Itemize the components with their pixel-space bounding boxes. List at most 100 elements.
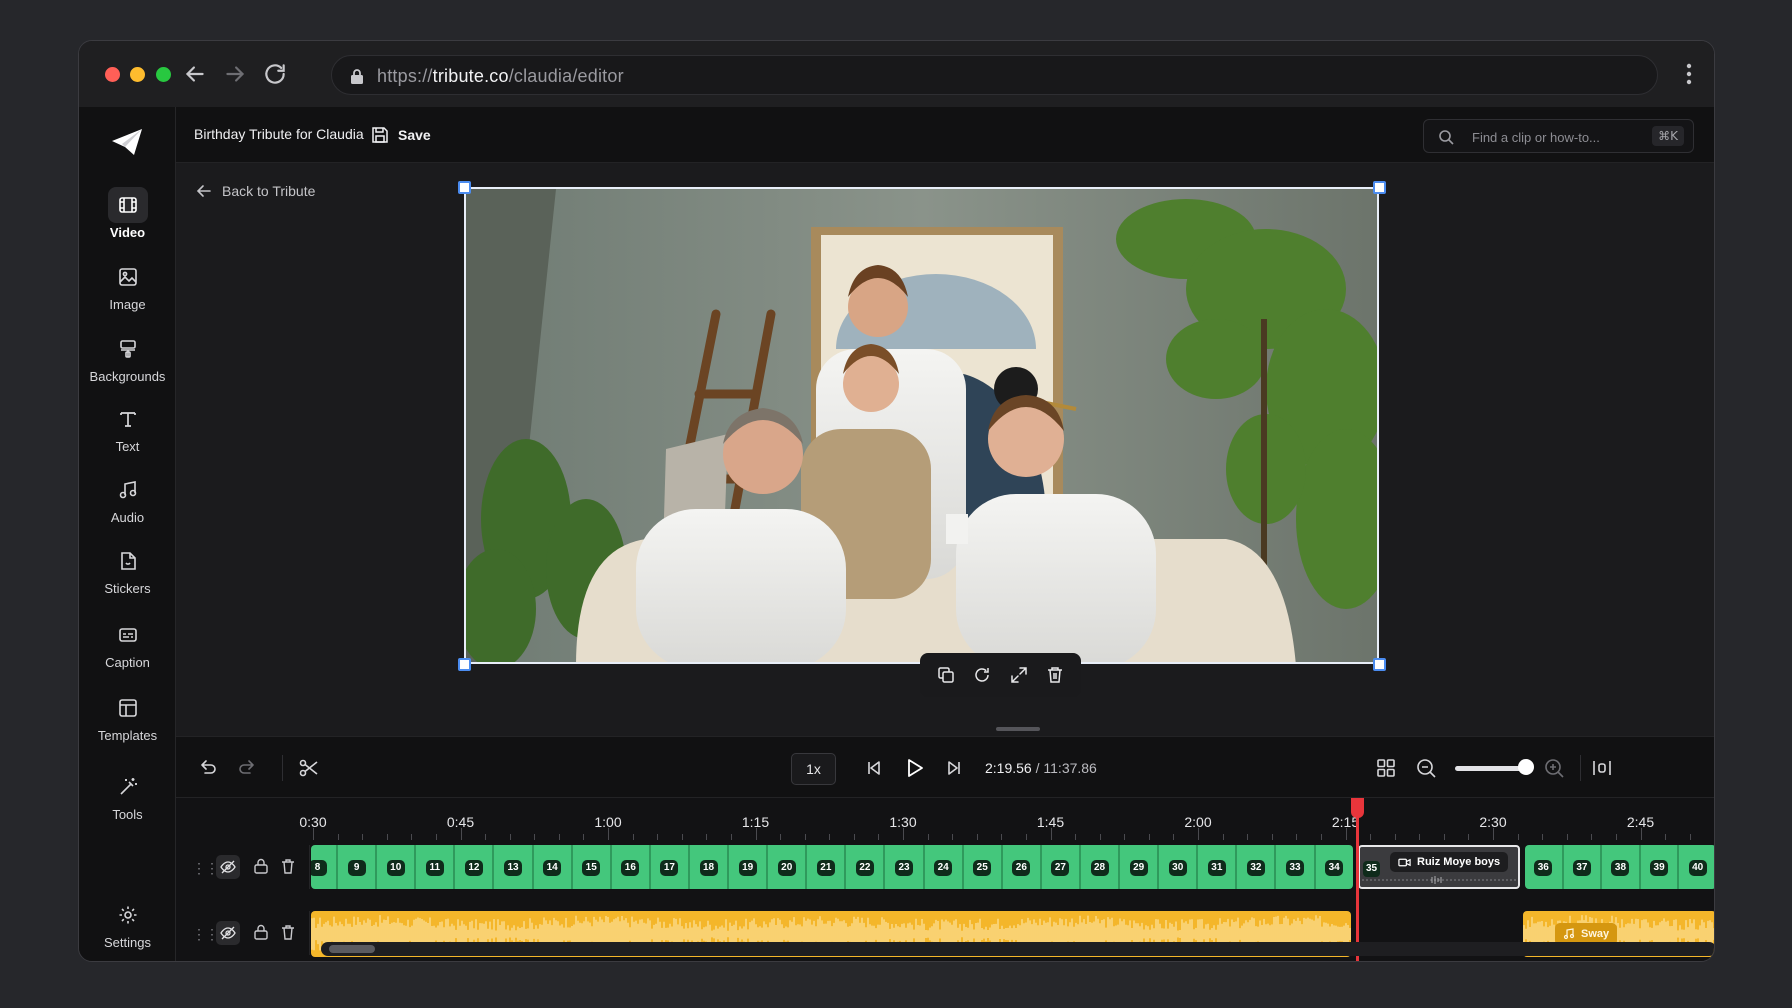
video-clip-segment[interactable]: 25 bbox=[964, 845, 1003, 889]
video-clip-segment[interactable]: 22 bbox=[846, 845, 886, 889]
panel-resize-handle[interactable] bbox=[996, 727, 1040, 731]
video-clip-segment[interactable]: 27 bbox=[1042, 845, 1081, 889]
video-clip-segment[interactable]: 31 bbox=[1198, 845, 1238, 889]
sidebar-item-templates[interactable]: Templates bbox=[79, 690, 176, 754]
resize-handle-bottom-right[interactable] bbox=[1373, 658, 1386, 671]
video-clip-segment[interactable]: 10 bbox=[377, 845, 417, 889]
resize-handle-bottom-left[interactable] bbox=[458, 658, 471, 671]
back-to-tribute-link[interactable]: Back to Tribute bbox=[196, 183, 315, 199]
undo-icon[interactable] bbox=[196, 757, 218, 779]
drag-handle-icon[interactable]: ⋮⋮ bbox=[192, 860, 219, 877]
clip-number-badge: 32 bbox=[1246, 860, 1265, 876]
video-clip-segment[interactable]: 18 bbox=[690, 845, 730, 889]
sidebar-item-caption[interactable]: Caption bbox=[79, 617, 176, 681]
video-clip-segment[interactable]: 17 bbox=[651, 845, 690, 889]
forward-arrow-icon[interactable] bbox=[222, 61, 248, 87]
sidebar-item-video[interactable]: Video bbox=[79, 187, 176, 251]
address-bar[interactable]: https://tribute.co/claudia/editor bbox=[331, 55, 1658, 95]
lock-open-icon[interactable] bbox=[252, 857, 270, 875]
scissors-icon[interactable] bbox=[298, 757, 320, 779]
minimize-window-button[interactable] bbox=[130, 67, 145, 82]
video-clip-segment[interactable]: 38 bbox=[1602, 845, 1641, 889]
video-clip-segment[interactable]: 26 bbox=[1003, 845, 1042, 889]
sidebar-item-tools[interactable]: Tools bbox=[79, 769, 176, 833]
video-clip-segment[interactable]: 8 bbox=[311, 845, 339, 889]
resize-handle-top-left[interactable] bbox=[458, 181, 471, 194]
resize-handle-top-right[interactable] bbox=[1373, 181, 1386, 194]
video-track: 8 9 10 11 12 13 14 15 16 17 18 19 20 21 22 23 24 25 26 27 28… bbox=[311, 845, 1714, 889]
video-clip-segment[interactable]: 23 bbox=[886, 845, 925, 889]
maximize-window-button[interactable] bbox=[156, 67, 171, 82]
skip-forward-icon[interactable] bbox=[943, 757, 965, 779]
visibility-icon[interactable] bbox=[216, 921, 240, 945]
playhead-handle[interactable] bbox=[1351, 798, 1364, 818]
duplicate-icon[interactable] bbox=[937, 666, 955, 684]
video-clip-segment[interactable]: 11 bbox=[416, 845, 456, 889]
playhead[interactable] bbox=[1356, 798, 1359, 961]
video-clip-segment[interactable]: 12 bbox=[455, 845, 495, 889]
visibility-icon[interactable] bbox=[216, 855, 240, 879]
video-clip-segment[interactable]: 33 bbox=[1277, 845, 1316, 889]
zoom-slider-knob[interactable] bbox=[1518, 759, 1534, 775]
video-preview-frame[interactable] bbox=[464, 187, 1379, 664]
video-clip-segment[interactable]: 28 bbox=[1081, 845, 1121, 889]
video-clip-group[interactable]: 8 9 10 11 12 13 14 15 16 17 18 19 20 21 22 23 24 25 26 27 28… bbox=[311, 845, 1353, 889]
lock-open-icon[interactable] bbox=[252, 923, 270, 941]
scrollbar-thumb[interactable] bbox=[329, 945, 375, 953]
reload-icon[interactable] bbox=[262, 61, 288, 87]
video-clip-segment[interactable]: 16 bbox=[612, 845, 651, 889]
sidebar-item-text[interactable]: Text bbox=[79, 401, 176, 465]
sidebar-item-image[interactable]: Image bbox=[79, 259, 176, 323]
trash-icon[interactable] bbox=[279, 857, 297, 875]
search-input[interactable]: Find a clip or how-to... ⌘K bbox=[1423, 119, 1694, 153]
skip-back-icon[interactable] bbox=[863, 757, 885, 779]
clip-floating-toolbar bbox=[920, 653, 1081, 697]
trash-icon[interactable] bbox=[279, 923, 297, 941]
video-clip-segment[interactable]: 40 bbox=[1679, 845, 1714, 889]
video-clip-segment[interactable]: 37 bbox=[1564, 845, 1603, 889]
sidebar-item-backgrounds[interactable]: Backgrounds bbox=[79, 331, 176, 395]
video-clip-segment[interactable]: 14 bbox=[534, 845, 573, 889]
video-clip-segment[interactable]: 13 bbox=[495, 845, 534, 889]
play-icon[interactable] bbox=[903, 757, 925, 779]
video-clip-segment[interactable]: 15 bbox=[573, 845, 612, 889]
video-clip-segment[interactable]: 21 bbox=[807, 845, 847, 889]
sidebar-item-stickers[interactable]: Stickers bbox=[79, 543, 176, 607]
video-clip-segment[interactable]: 24 bbox=[925, 845, 964, 889]
video-clip-segment[interactable]: 20 bbox=[768, 845, 808, 889]
fit-timeline-icon[interactable] bbox=[1591, 757, 1613, 779]
playback-speed-button[interactable]: 1x bbox=[791, 753, 836, 785]
video-clip-segment[interactable]: 9 bbox=[338, 845, 378, 889]
timeline-scrollbar[interactable] bbox=[321, 942, 1714, 956]
video-clip-segment[interactable]: 19 bbox=[729, 845, 769, 889]
video-clip-segment[interactable]: 36 bbox=[1525, 845, 1564, 889]
project-title[interactable]: Birthday Tribute for Claudia bbox=[194, 126, 364, 142]
grid-view-icon[interactable] bbox=[1375, 757, 1397, 779]
drag-handle-icon[interactable]: ⋮⋮ bbox=[192, 926, 219, 943]
save-button[interactable]: Save bbox=[371, 121, 431, 149]
clip-number-badge: 25 bbox=[973, 860, 992, 876]
close-window-button[interactable] bbox=[105, 67, 120, 82]
sidebar-item-settings[interactable]: Settings bbox=[79, 897, 176, 961]
ruler-tick bbox=[1591, 834, 1593, 840]
paper-plane-logo-icon[interactable] bbox=[110, 127, 144, 157]
sidebar-item-audio[interactable]: Audio bbox=[79, 472, 176, 536]
zoom-out-icon[interactable] bbox=[1415, 757, 1437, 779]
browser-menu-icon[interactable] bbox=[1686, 63, 1692, 85]
rotate-icon[interactable] bbox=[973, 666, 991, 684]
selected-video-clip[interactable]: 35 Ruiz Moye boys bbox=[1358, 845, 1520, 889]
time-ruler[interactable]: 0:30 0:45 1:00 1:15 1:30 1:45 2:00 2:15 2:30 2:45 bbox=[299, 798, 1714, 840]
redo-icon[interactable] bbox=[237, 757, 259, 779]
video-clip-segment[interactable]: 32 bbox=[1237, 845, 1277, 889]
video-clip-group[interactable]: 36 37 38 39 40 bbox=[1525, 845, 1714, 889]
video-clip-segment[interactable]: 30 bbox=[1159, 845, 1199, 889]
zoom-in-icon[interactable] bbox=[1543, 757, 1565, 779]
expand-icon[interactable] bbox=[1010, 666, 1028, 684]
video-clip-segment[interactable]: 29 bbox=[1120, 845, 1160, 889]
trash-icon[interactable] bbox=[1046, 666, 1064, 684]
video-clip-segment[interactable]: 34 bbox=[1316, 845, 1353, 889]
zoom-slider-track[interactable] bbox=[1455, 766, 1523, 771]
ruler-tick bbox=[1173, 834, 1175, 840]
video-clip-segment[interactable]: 39 bbox=[1641, 845, 1680, 889]
back-arrow-icon[interactable] bbox=[182, 61, 208, 87]
